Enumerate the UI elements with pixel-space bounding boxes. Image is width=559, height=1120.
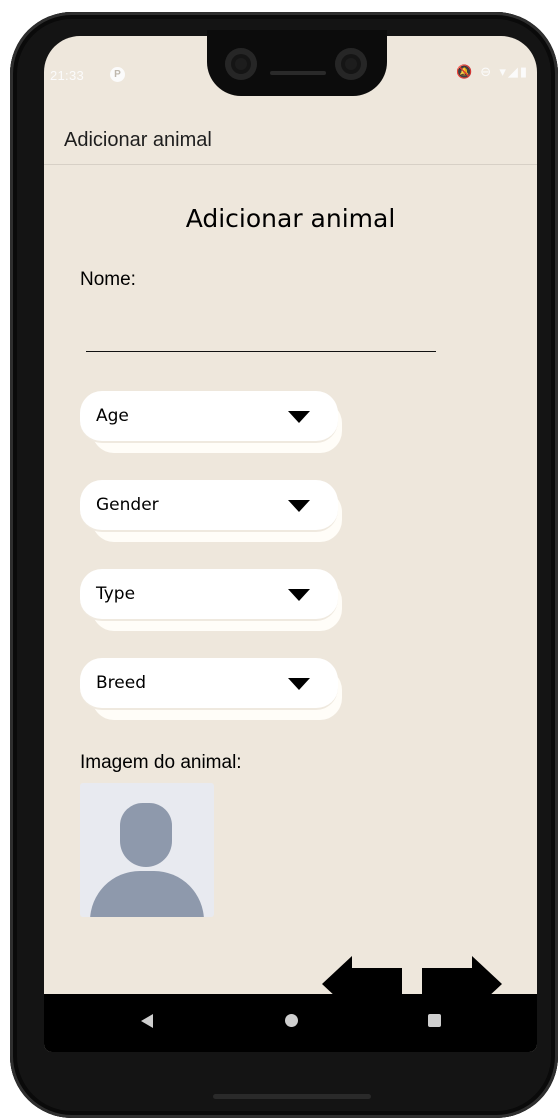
name-input[interactable] [86,351,436,352]
type-dropdown[interactable]: Type [80,569,342,631]
dropdown-box[interactable]: Gender [80,480,338,532]
person-placeholder-icon [120,803,172,867]
page-title: Adicionar animal [185,204,396,233]
app-bar: Adicionar animal [44,116,537,165]
breed-dropdown-label: Breed [96,673,146,693]
caret-down-icon[interactable] [288,678,310,690]
age-dropdown-label: Age [96,406,129,426]
camera-notch [207,30,387,96]
bottom-speaker [213,1094,371,1099]
dropdown-box[interactable]: Breed [80,658,338,710]
status-time: 21:33 [50,68,85,83]
app-screen: 21:33 P 🔕 ⊖ ▾◢▮ Adicionar animal Adicion… [44,36,537,1052]
dropdown-box[interactable]: Age [80,391,338,443]
camera-icon [335,48,367,80]
type-dropdown-label: Type [96,584,136,604]
camera-icon [225,48,257,80]
image-label: Imagem do animal: [80,752,242,773]
gender-dropdown-label: Gender [96,495,159,515]
recent-apps-icon[interactable] [428,1014,441,1027]
back-icon[interactable] [141,1014,153,1028]
dropdown-box[interactable]: Type [80,569,338,621]
caret-down-icon[interactable] [288,500,310,512]
breed-dropdown[interactable]: Breed [80,658,342,720]
system-nav-bar [44,994,537,1052]
name-label: Nome: [80,269,136,290]
app-bar-title: Adicionar animal [64,129,212,151]
animal-image-picker[interactable] [80,783,214,917]
earpiece-speaker [270,71,326,75]
caret-down-icon[interactable] [288,589,310,601]
home-icon[interactable] [285,1014,298,1027]
person-placeholder-body [90,871,204,917]
age-dropdown[interactable]: Age [80,391,342,453]
status-icons: 🔕 ⊖ ▾◢▮ [455,65,529,80]
notification-app-icon: P [110,67,125,82]
gender-dropdown[interactable]: Gender [80,480,342,542]
caret-down-icon[interactable] [288,411,310,423]
